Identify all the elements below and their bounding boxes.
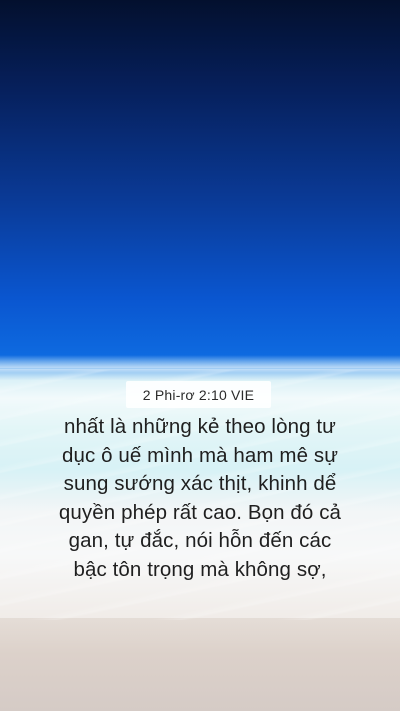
verse-line: sung sướng xác thịt, khinh dể [63,472,337,495]
verse-line: gan, tự đắc, nói hỗn đến các [68,529,332,552]
verse-line: bậc tôn trọng mà không sợ, [73,557,327,581]
verse-text: nhất là những kẻ theo lòng tư dục ô uế m… [22,413,378,584]
verse-line: nhất là những kẻ theo lòng tư [64,415,336,438]
verse-reference-badge: 2 Phi-rơ 2:10 VIE [126,381,271,408]
verse-reference: 2 Phi-rơ 2:10 VIE [142,386,255,403]
verse-line: dục ô uế mình mà ham mê sự [61,443,339,467]
verse-line: quyền phép rất cao. Bọn đó cả [58,500,342,524]
